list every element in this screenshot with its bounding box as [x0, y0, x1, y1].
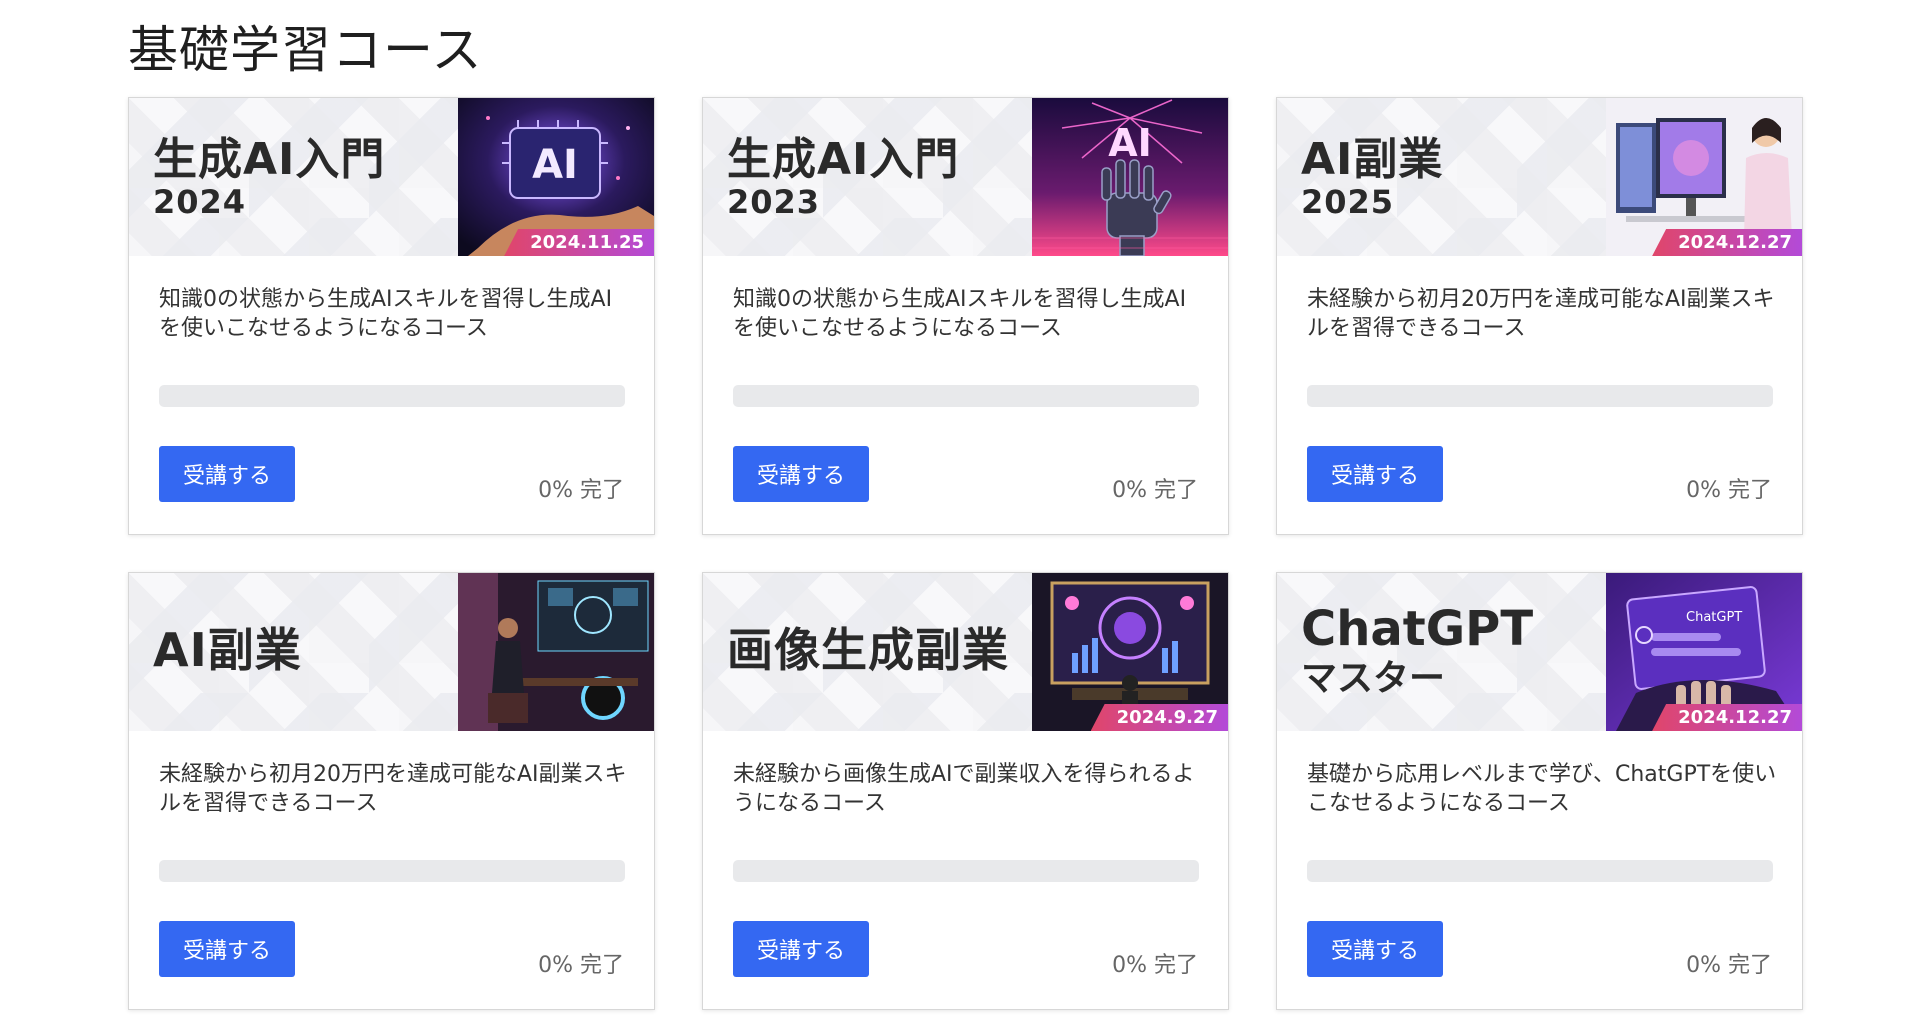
- course-title: 生成AI入門: [153, 134, 386, 185]
- chatgpt-screen-text: ChatGPT: [1686, 610, 1742, 625]
- completion-label: 完了: [579, 478, 624, 503]
- enroll-button[interactable]: 受講する: [159, 921, 295, 977]
- completion-status: 0% 完了: [1112, 472, 1198, 504]
- course-banner: AI副業 2025 2024.12.27: [1277, 98, 1802, 256]
- page-title: 基礎学習コース: [128, 21, 483, 79]
- date-badge: 2024.12.27: [1652, 704, 1802, 731]
- completion-percent: 0%: [1112, 478, 1147, 503]
- completion-status: 0% 完了: [1686, 472, 1772, 504]
- course-title: 画像生成副業: [727, 623, 1009, 677]
- completion-percent: 0%: [538, 478, 573, 503]
- date-badge: 2024.11.25: [504, 229, 654, 256]
- completion-label: 完了: [1727, 478, 1772, 503]
- enroll-button[interactable]: 受講する: [159, 446, 295, 502]
- completion-percent: 0%: [1112, 953, 1147, 978]
- course-title: AI副業: [153, 623, 302, 677]
- progress-bar: [159, 860, 625, 882]
- course-description: 未経験から画像生成AIで副業収入を得られるようになるコース: [733, 762, 1195, 816]
- completion-label: 完了: [579, 953, 624, 978]
- course-description: 知識0の状態から生成AIスキルを習得し生成AIを使いこなせるようになるコース: [733, 287, 1187, 341]
- course-card[interactable]: 生成AI入門 2024 AI 2024.11.25 知識0の状態から生成AIスキ…: [128, 97, 655, 535]
- course-banner: 画像生成副業 2024.9.27: [703, 573, 1228, 731]
- progress-bar: [733, 385, 1199, 407]
- course-title: 生成AI入門: [727, 134, 960, 185]
- completion-label: 完了: [1727, 953, 1772, 978]
- course-title: ChatGPT: [1301, 601, 1534, 657]
- course-card[interactable]: 画像生成副業 2024.9.27 未経験から画像生成AIで副業収入を得られるよう…: [702, 572, 1229, 1010]
- course-description: 未経験から初月20万円を達成可能なAI副業スキルを習得できるコース: [1307, 287, 1775, 341]
- completion-label: 完了: [1153, 478, 1198, 503]
- enroll-button[interactable]: 受講する: [1307, 921, 1443, 977]
- course-thumbnail: AI: [1032, 98, 1228, 256]
- course-banner: ChatGPT マスター ChatGPT 2024.12.27: [1277, 573, 1802, 731]
- progress-bar: [733, 860, 1199, 882]
- date-badge: 2024.9.27: [1090, 704, 1228, 731]
- course-description: 未経験から初月20万円を達成可能なAI副業スキルを習得できるコース: [159, 762, 627, 816]
- completion-percent: 0%: [1686, 953, 1721, 978]
- course-subtitle: マスター: [1301, 658, 1446, 699]
- completion-percent: 0%: [1686, 478, 1721, 503]
- enroll-button[interactable]: 受講する: [1307, 446, 1443, 502]
- progress-bar: [1307, 860, 1773, 882]
- course-subtitle: 2025: [1301, 183, 1395, 221]
- course-card[interactable]: AI副業 2025 2024.12.27 未経験から初月20万円を達成可能なAI…: [1276, 97, 1803, 535]
- completion-status: 0% 完了: [538, 472, 624, 504]
- date-badge: 2024.12.27: [1652, 229, 1802, 256]
- course-grid: 生成AI入門 2024 AI 2024.11.25 知識0の状態から生成AIスキ…: [128, 97, 1803, 1010]
- course-subtitle: 2024: [153, 183, 247, 221]
- course-card[interactable]: AI副業 未経験から初月20万円を達成可能なAI副業スキルを習得できるコース 受…: [128, 572, 655, 1010]
- enroll-button[interactable]: 受講する: [733, 921, 869, 977]
- course-thumbnail: [458, 573, 654, 731]
- progress-bar: [1307, 385, 1773, 407]
- course-banner: 生成AI入門 2023 AI: [703, 98, 1228, 256]
- completion-status: 0% 完了: [1686, 947, 1772, 979]
- ai-neon-text: AI: [1108, 121, 1152, 165]
- course-card[interactable]: ChatGPT マスター ChatGPT 2024.12.27 基礎から応用レベ…: [1276, 572, 1803, 1010]
- course-description: 基礎から応用レベルまで学び、ChatGPTを使いこなせるようになるコース: [1307, 762, 1777, 816]
- ai-chip-text: AI: [532, 142, 578, 188]
- completion-label: 完了: [1153, 953, 1198, 978]
- progress-bar: [159, 385, 625, 407]
- course-card[interactable]: 生成AI入門 2023 AI 知識0の状態から生成AIスキルを習得し生成AIを使…: [702, 97, 1229, 535]
- course-title: AI副業: [1301, 134, 1444, 185]
- completion-status: 0% 完了: [538, 947, 624, 979]
- course-description: 知識0の状態から生成AIスキルを習得し生成AIを使いこなせるようになるコース: [159, 287, 613, 341]
- enroll-button[interactable]: 受講する: [733, 446, 869, 502]
- course-banner: AI副業: [129, 573, 654, 731]
- course-subtitle: 2023: [727, 183, 821, 221]
- completion-status: 0% 完了: [1112, 947, 1198, 979]
- course-banner: 生成AI入門 2024 AI 2024.11.25: [129, 98, 654, 256]
- completion-percent: 0%: [538, 953, 573, 978]
